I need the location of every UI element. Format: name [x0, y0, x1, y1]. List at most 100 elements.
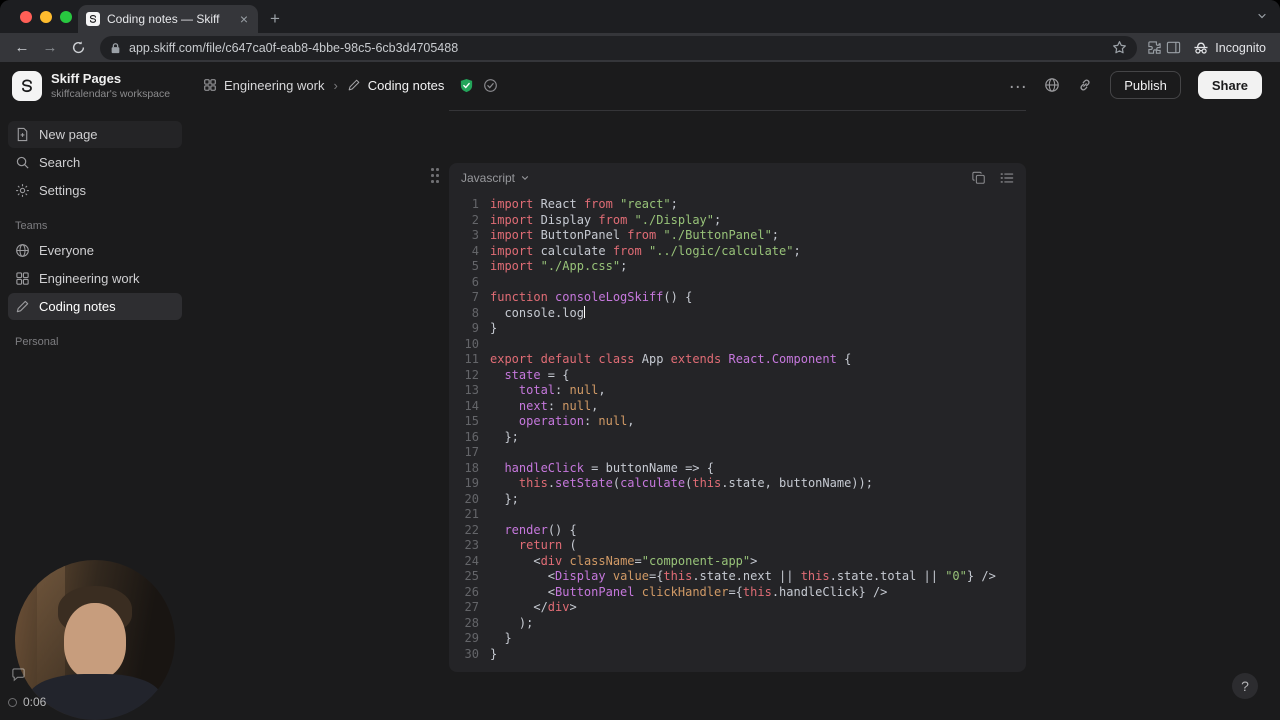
recorder-bubble-icon[interactable] [11, 667, 26, 687]
breadcrumb-team-label: Engineering work [224, 77, 325, 93]
breadcrumb-team[interactable]: Engineering work [203, 78, 324, 93]
code-line[interactable]: 26 <ButtonPanel clickHandler={this.handl… [455, 585, 1012, 601]
code-text: }; [490, 491, 519, 506]
code-line[interactable]: 9} [455, 321, 1012, 337]
share-button[interactable]: Share [1197, 71, 1262, 99]
code-line[interactable]: 19 this.setState(calculate(this.state, b… [455, 476, 1012, 492]
tab-search-chevron-icon[interactable] [1256, 9, 1268, 27]
close-window-button[interactable] [20, 11, 32, 23]
help-button[interactable]: ? [1232, 673, 1258, 699]
code-block[interactable]: Javascript 1 import React from "react"; 2 i… [449, 163, 1026, 672]
line-number: 10 [464, 336, 479, 351]
code-line[interactable]: 21 [455, 507, 1012, 523]
code-text: } [490, 646, 498, 661]
line-numbers-toggle-icon[interactable] [1000, 171, 1014, 185]
address-bar[interactable]: app.skiff.com/file/c647ca0f-eab8-4bbe-98… [100, 35, 1138, 60]
code-text: state = { [504, 367, 570, 382]
code-line[interactable]: 14 next: null, [455, 399, 1012, 415]
browser-window: Coding notes — Skiff × + ← → app.skiff.c… [0, 0, 1280, 720]
back-button[interactable]: ← [10, 39, 34, 56]
code-text: import "./App.css"; [490, 259, 628, 273]
code-line[interactable]: 16 }; [455, 430, 1012, 446]
code-line[interactable]: 23 return ( [455, 538, 1012, 554]
code-line[interactable]: 27 </div> [455, 600, 1012, 616]
code-line[interactable]: 6 [455, 275, 1012, 291]
code-line[interactable]: 5 import "./App.css"; [455, 259, 1012, 275]
breadcrumb-page[interactable]: Coding notes [347, 78, 444, 93]
code-line[interactable]: 4 import calculate from "../logic/calcula… [455, 244, 1012, 260]
code-line[interactable]: 3 import ButtonPanel from "./ButtonPanel"… [455, 228, 1012, 244]
code-line[interactable]: 29 } [455, 631, 1012, 647]
line-number: 12 [464, 367, 479, 382]
language-globe-icon[interactable] [1044, 77, 1060, 93]
reload-button[interactable] [66, 40, 90, 55]
code-line[interactable]: 7 function consoleLogSkiff() { [455, 290, 1012, 306]
zoom-window-button[interactable] [60, 11, 72, 23]
code-line[interactable]: 24 <div className="component-app"> [455, 554, 1012, 570]
browser-tab[interactable]: Coding notes — Skiff × [78, 5, 258, 33]
line-number: 20 [464, 491, 479, 506]
line-number: 6 [471, 274, 479, 289]
publish-button[interactable]: Publish [1110, 71, 1181, 99]
code-line[interactable]: 18 handleClick = buttonName => { [455, 461, 1012, 477]
code-line[interactable]: 11 export default class App extends React… [455, 352, 1012, 368]
incognito-icon [1193, 40, 1209, 56]
extensions-puzzle-icon[interactable] [1147, 40, 1162, 55]
browser-toolbar: ← → app.skiff.com/file/c647ca0f-eab8-4bb… [0, 33, 1280, 62]
recorder-timer-row: 0:06 [8, 695, 46, 709]
copy-link-icon[interactable] [1077, 77, 1093, 93]
code-line[interactable]: 8 console.log [455, 306, 1012, 322]
code-line[interactable]: 20 }; [455, 492, 1012, 508]
code-line[interactable]: 28 ); [455, 616, 1012, 632]
code-line[interactable]: 15 operation: null, [455, 414, 1012, 430]
sidebar-item-settings[interactable]: Settings [8, 177, 182, 204]
code-line[interactable]: 10 [455, 337, 1012, 353]
code-line[interactable]: 12 state = { [455, 368, 1012, 384]
workspace-subtitle: skiffcalendar's workspace [51, 87, 171, 100]
teams-heading: Teams [15, 220, 48, 232]
line-number: 21 [464, 507, 479, 521]
more-options-button[interactable]: … [1008, 73, 1027, 92]
new-page-icon [17, 127, 28, 142]
url-text[interactable]: app.skiff.com/file/c647ca0f-eab8-4bbe-98… [129, 41, 1104, 55]
macos-traffic-lights [20, 11, 72, 23]
tab-strip: Coding notes — Skiff × + [0, 0, 1280, 33]
forward-button[interactable]: → [38, 39, 62, 56]
code-lines[interactable]: 1 import React from "react"; 2 import Displ… [449, 193, 1026, 672]
personal-heading: Personal [15, 336, 59, 348]
code-text: <ButtonPanel clickHandler={this.handleCl… [490, 584, 888, 599]
search-icon [16, 156, 29, 169]
new-tab-button[interactable]: + [270, 9, 280, 29]
code-text: function consoleLogSkiff() { [490, 290, 693, 304]
workspace-switcher[interactable]: Skiff Pages skiffcalendar's workspace [0, 62, 190, 110]
code-line[interactable]: 22 render() { [455, 523, 1012, 539]
sidebar-item-everyone[interactable]: Everyone [8, 237, 182, 264]
code-text: next: null, [518, 398, 599, 413]
copy-code-icon[interactable] [972, 171, 986, 185]
sidebar-item-search[interactable]: Search [8, 149, 182, 176]
line-number: 14 [464, 398, 479, 413]
line-number: 9 [471, 321, 479, 335]
code-line[interactable]: 2 import Display from "./Display"; [455, 213, 1012, 229]
line-number: 19 [464, 476, 479, 490]
sidebar-item-engineering-work[interactable]: Engineering work [8, 265, 182, 292]
code-text: ); [490, 615, 534, 630]
sidebar-item-coding-notes[interactable]: Coding notes [8, 293, 182, 320]
skiff-favicon [86, 12, 100, 26]
code-line[interactable]: 17 [455, 445, 1012, 461]
bookmark-star-icon[interactable] [1112, 40, 1127, 55]
line-number: 18 [464, 460, 479, 475]
language-selector[interactable]: Javascript [461, 171, 530, 185]
line-number: 27 [464, 600, 479, 614]
code-line[interactable]: 30} [455, 647, 1012, 663]
tab-close-icon[interactable]: × [238, 12, 250, 26]
sidebar-item-new-page[interactable]: New page [8, 121, 182, 148]
line-number: 5 [471, 259, 479, 273]
minimize-window-button[interactable] [40, 11, 52, 23]
block-drag-handle[interactable] [431, 168, 442, 185]
code-line[interactable]: 25 <Display value={this.state.next || th… [455, 569, 1012, 585]
code-line[interactable]: 13 total: null, [455, 383, 1012, 399]
line-number: 7 [471, 290, 479, 304]
side-panel-icon[interactable] [1166, 40, 1181, 55]
code-line[interactable]: 1 import React from "react"; [455, 197, 1012, 213]
